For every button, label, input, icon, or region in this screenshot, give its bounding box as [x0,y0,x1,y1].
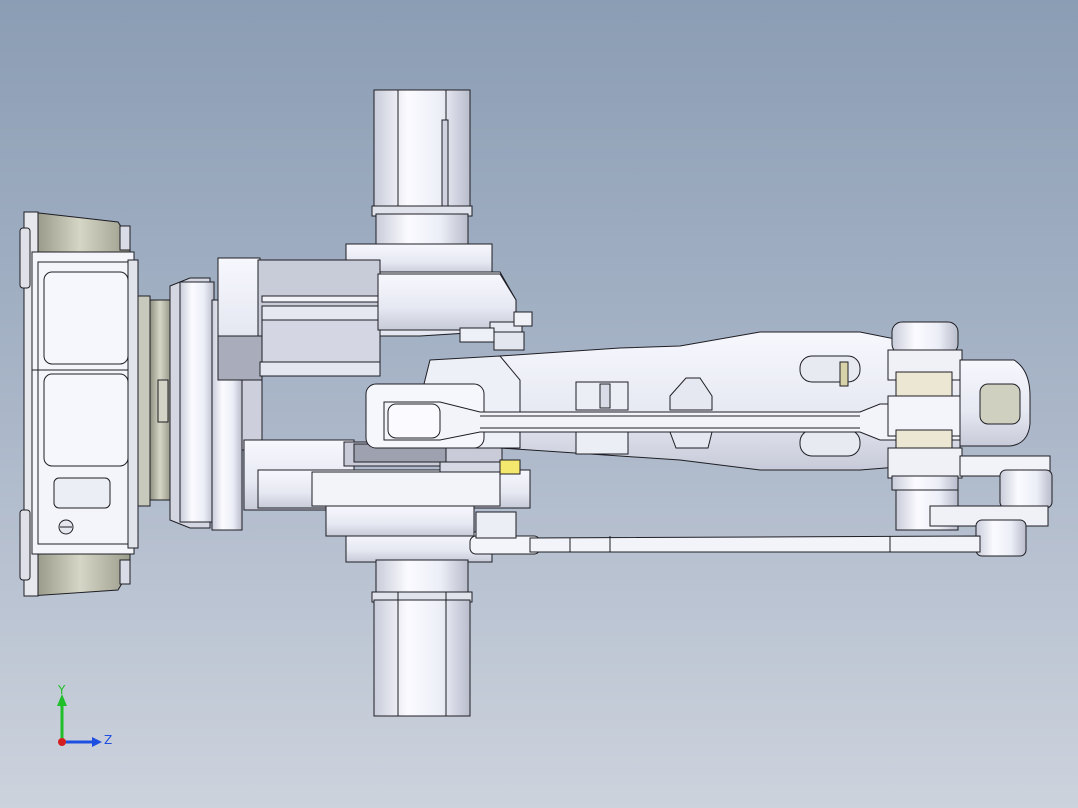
axis-triad: Y Z [57,684,112,747]
z-axis-label: Z [104,733,112,747]
upper-motor [345,89,493,275]
cad-viewport[interactable]: Y Z [0,0,1078,808]
z-axis-arrow-icon [92,737,102,747]
wrist-joint [887,321,1053,557]
x-axis-dot-icon [58,738,66,746]
robot-arm-model[interactable] [0,0,1078,808]
y-axis-label: Y [57,684,66,697]
lower-motor [345,531,493,717]
